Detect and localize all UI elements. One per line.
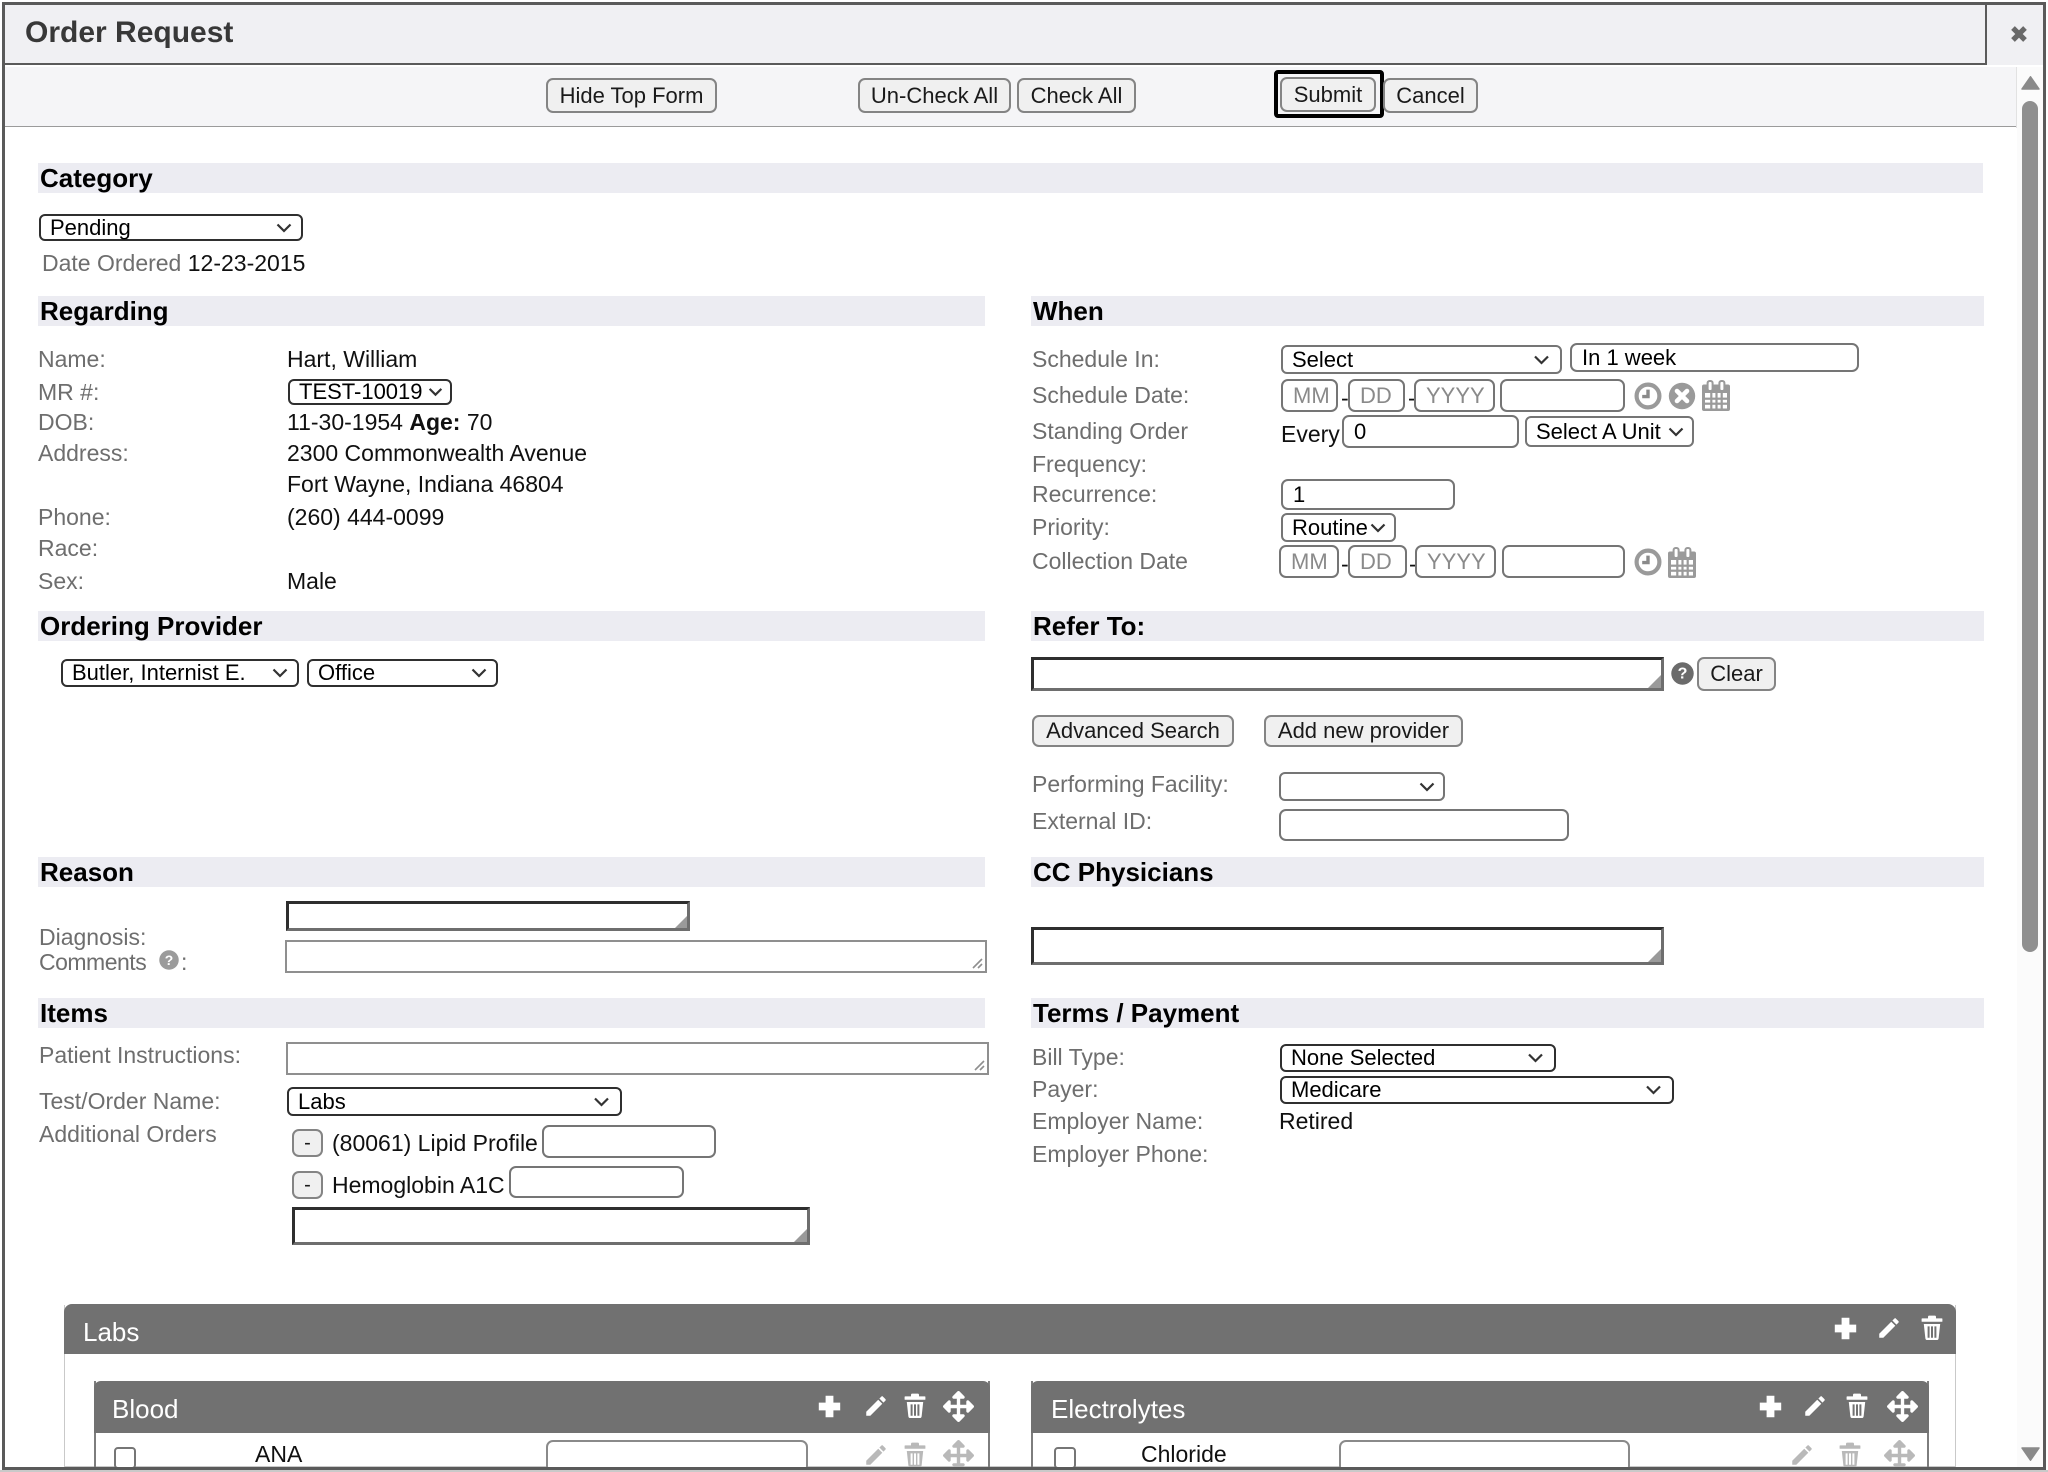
svg-text:?: ? [165,952,174,968]
svg-text:?: ? [1678,665,1688,683]
